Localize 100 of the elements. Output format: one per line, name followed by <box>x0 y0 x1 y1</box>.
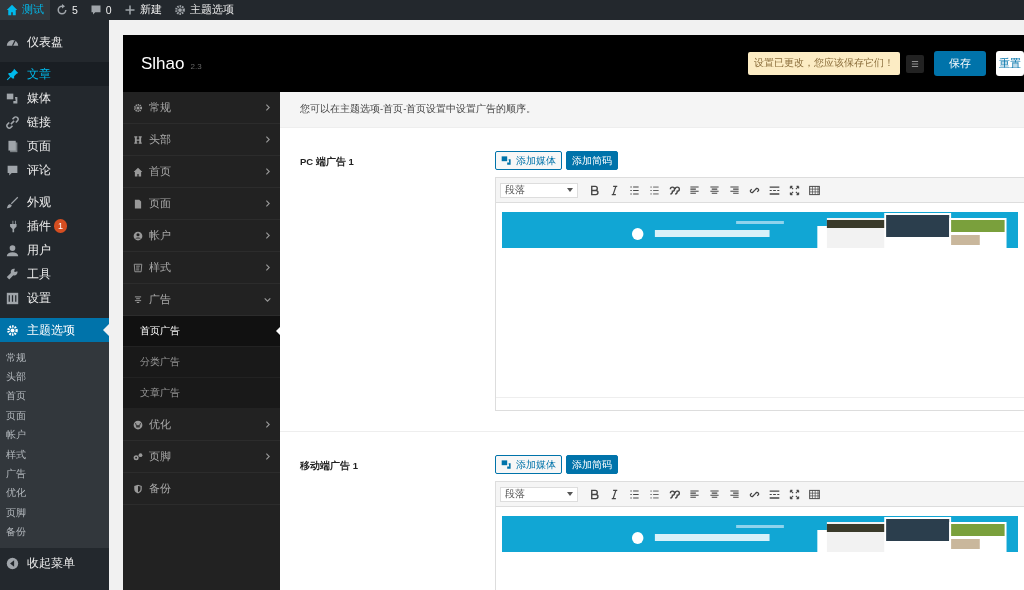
options-nav-item[interactable]: 备份 <box>123 473 280 505</box>
chevron-right-icon <box>263 263 272 272</box>
user-icon <box>6 243 19 257</box>
wrench-icon <box>6 267 19 281</box>
options-subnav-item[interactable]: 首页广告 <box>123 316 280 347</box>
chevron-right-icon <box>263 231 272 240</box>
account-icon <box>133 230 143 241</box>
menu-label: 文章 <box>27 66 51 82</box>
link-icon <box>6 115 19 129</box>
chevron-right-icon <box>263 452 272 461</box>
menu-item[interactable]: 文章 <box>0 62 109 86</box>
options-nav-item[interactable]: 页脚 <box>123 441 280 473</box>
gear-icon <box>133 102 143 113</box>
gear-icon <box>173 4 186 16</box>
submenu-item[interactable]: 优化 <box>0 483 109 504</box>
submenu-item[interactable]: 帐户 <box>0 425 109 445</box>
menu-label: 评论 <box>27 162 51 178</box>
heading-icon <box>133 134 143 145</box>
menu-item[interactable]: 设置 <box>0 286 109 310</box>
reset-button[interactable]: 重置 <box>996 51 1024 76</box>
list-button[interactable] <box>906 54 924 73</box>
menu-item[interactable]: 页面 <box>0 134 109 158</box>
menu-item[interactable]: 主题选项 <box>0 318 109 342</box>
menu-label: 仪表盘 <box>27 34 63 50</box>
options-nav-item[interactable]: 优化 <box>123 409 280 441</box>
menu-label: 插件 <box>27 218 51 234</box>
gear-icon <box>6 323 19 337</box>
submenu-item[interactable]: 广告 <box>0 464 109 484</box>
toolbar-item[interactable]: 测试 <box>0 0 50 20</box>
menu-label: 主题选项 <box>27 322 75 338</box>
submenu-item[interactable]: 首页 <box>0 386 109 407</box>
lines-icon <box>133 294 143 305</box>
menu-item[interactable]: 工具 <box>0 262 109 286</box>
submenu-item[interactable]: 常规 <box>0 348 109 368</box>
refresh-icon <box>56 4 68 16</box>
shield-icon <box>133 483 143 494</box>
version-label: 2.3 <box>190 62 202 71</box>
home-icon <box>6 4 18 16</box>
update-count: 1 <box>54 219 67 233</box>
options-nav-item[interactable]: 页面 <box>123 188 280 220</box>
media-icon <box>501 155 512 166</box>
panel-title: Slhao <box>141 53 185 74</box>
add-shortcode-button[interactable]: 添加简码 <box>566 151 618 170</box>
options-nav-item[interactable]: 头部 <box>123 124 280 156</box>
media-icon <box>501 459 512 470</box>
menu-item[interactable]: 链接 <box>0 110 109 134</box>
options-nav-item[interactable]: 帐户 <box>123 220 280 252</box>
brush-icon <box>6 195 19 209</box>
collapse-menu-button[interactable]: 收起菜单 <box>0 547 109 579</box>
chevron-right-icon <box>263 103 272 112</box>
submenu-item[interactable]: 页面 <box>0 406 109 426</box>
options-subnav-item[interactable]: 分类广告 <box>123 347 280 378</box>
comment-icon <box>6 163 19 177</box>
menu-item[interactable]: 外观 <box>0 190 109 214</box>
intro-text: 您可以在主题选项-首页-首页设置中设置广告的顺序。 <box>280 92 1024 128</box>
unsaved-notice: 设置已更改，您应该保存它们！ <box>748 52 900 75</box>
wordpress-icon <box>133 419 143 430</box>
menu-label: 外观 <box>27 194 51 210</box>
field-label: 移动端广告 1 <box>300 459 358 471</box>
format-dropdown[interactable]: 段落 <box>500 182 578 198</box>
toolbar-item[interactable]: 5 <box>50 0 84 20</box>
options-nav-item[interactable]: 首页 <box>123 156 280 188</box>
submenu-item[interactable]: 头部 <box>0 367 109 387</box>
gears-icon <box>133 451 143 462</box>
pages-icon <box>6 139 19 153</box>
plus-icon <box>123 4 136 16</box>
add-media-button[interactable]: 添加媒体 <box>495 151 562 170</box>
menu-label: 用户 <box>27 242 51 258</box>
save-button[interactable]: 保存 <box>934 51 986 76</box>
menu-item[interactable]: 媒体 <box>0 86 109 110</box>
options-nav-item[interactable]: 样式 <box>123 252 280 284</box>
submenu-item[interactable]: 样式 <box>0 444 109 465</box>
submenu-item[interactable]: 页脚 <box>0 503 109 523</box>
chevron-right-icon <box>263 167 272 176</box>
menu-label: 媒体 <box>27 90 51 106</box>
menu-item[interactable]: 仪表盘 <box>0 30 109 54</box>
list-icon <box>910 58 920 69</box>
chevron-right-icon <box>263 420 272 429</box>
menu-label: 设置 <box>27 290 51 306</box>
pin-icon <box>6 67 19 81</box>
add-shortcode-button[interactable]: 添加简码 <box>566 455 618 474</box>
settings-icon <box>6 291 19 305</box>
document-icon <box>133 198 143 209</box>
menu-item[interactable]: 用户 <box>0 238 109 262</box>
menu-item[interactable]: 插件 1 <box>0 214 109 238</box>
chevron-down-icon <box>263 295 272 304</box>
toolbar-item[interactable]: 0 <box>83 0 118 20</box>
chevron-right-icon <box>263 199 272 208</box>
menu-label: 页面 <box>27 138 51 154</box>
style-icon <box>133 262 143 273</box>
menu-item[interactable]: 评论 <box>0 158 109 182</box>
chevron-right-icon <box>263 135 272 144</box>
format-dropdown[interactable]: 段落 <box>500 486 578 502</box>
options-subnav-item[interactable]: 文章广告 <box>123 378 280 409</box>
home-icon <box>133 166 143 177</box>
toolbar-item[interactable]: 新建 <box>117 0 168 20</box>
toolbar-item[interactable]: 主题选项 <box>167 0 240 20</box>
add-media-button[interactable]: 添加媒体 <box>495 455 562 474</box>
submenu-item[interactable]: 备份 <box>0 522 109 542</box>
collapse-icon <box>6 556 19 570</box>
